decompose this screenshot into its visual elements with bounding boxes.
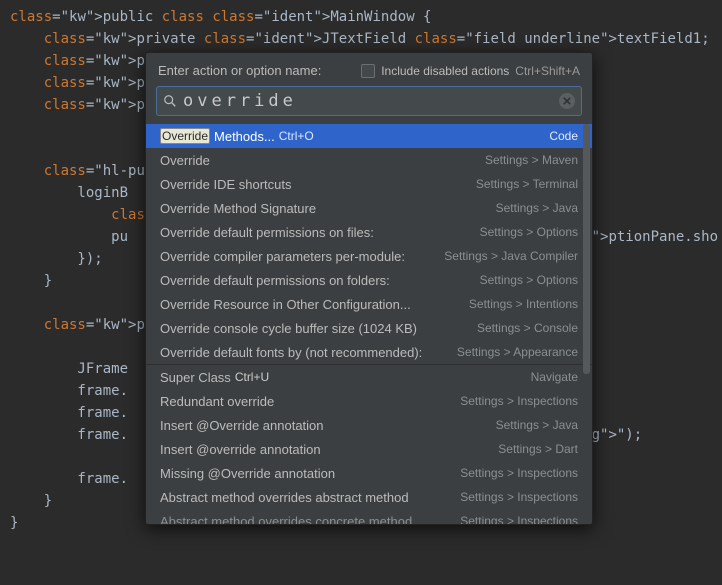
result-row[interactable]: Abstract method overrides abstract metho… — [146, 485, 592, 509]
result-context: Settings > Options — [480, 273, 578, 287]
result-row[interactable]: Override default permissions on folders:… — [146, 268, 592, 292]
result-row[interactable]: Override IDE shortcuts Settings > Termina… — [146, 172, 592, 196]
result-row[interactable]: Override default permissions on files: Se… — [146, 220, 592, 244]
result-context: Settings > Appearance — [457, 345, 578, 359]
result-context: Settings > Java — [496, 201, 578, 215]
popup-header: Enter action or option name: Include dis… — [146, 53, 592, 86]
include-disabled-checkbox[interactable]: Include disabled actions Ctrl+Shift+A — [361, 64, 580, 78]
scrollbar[interactable] — [583, 124, 590, 374]
result-label: Override Resource in Other Configuration… — [160, 297, 411, 312]
result-context: Settings > Inspections — [460, 466, 578, 480]
result-row[interactable]: Super Class Ctrl+U Navigate — [146, 365, 592, 389]
result-label: Super Class Ctrl+U — [160, 370, 269, 385]
result-row[interactable]: Override Methods... Ctrl+O Code — [146, 124, 592, 148]
result-context: Code — [549, 129, 578, 143]
result-context: Settings > Intentions — [469, 297, 578, 311]
result-context: Settings > Console — [477, 321, 578, 335]
result-row[interactable]: Override Method Signature Settings > Java — [146, 196, 592, 220]
result-context: Settings > Inspections — [460, 490, 578, 504]
result-row[interactable]: Abstract method overrides concrete metho… — [146, 509, 592, 524]
results-list: Override Methods... Ctrl+O Code Override Se… — [146, 124, 592, 524]
result-label: Override console cycle buffer size (1024… — [160, 321, 417, 336]
result-context: Settings > Inspections — [460, 514, 578, 524]
result-label: Override Methods... Ctrl+O — [160, 128, 314, 144]
clear-icon[interactable] — [559, 93, 575, 109]
result-row[interactable]: Missing @Override annotation Settings > I… — [146, 461, 592, 485]
result-context: Settings > Java — [496, 418, 578, 432]
include-disabled-shortcut: Ctrl+Shift+A — [515, 64, 580, 78]
result-row[interactable]: Override Resource in Other Configuration… — [146, 292, 592, 316]
result-label: Insert @override annotation — [160, 442, 321, 457]
search-input[interactable] — [183, 91, 553, 111]
search-field-container — [156, 86, 582, 116]
result-shortcut: Ctrl+O — [279, 129, 314, 143]
result-label: Abstract method overrides concrete metho… — [160, 514, 412, 525]
result-label: Missing @Override annotation — [160, 466, 335, 481]
result-context: Navigate — [531, 370, 578, 384]
popup-title: Enter action or option name: — [158, 63, 321, 78]
result-context: Settings > Options — [480, 225, 578, 239]
result-label: Override default permissions on files: — [160, 225, 374, 240]
result-label: Abstract method overrides abstract metho… — [160, 490, 409, 505]
result-row[interactable]: Redundant override Settings > Inspections — [146, 389, 592, 413]
result-row[interactable]: Override Settings > Maven — [146, 148, 592, 172]
find-action-popup: Enter action or option name: Include dis… — [145, 52, 593, 525]
result-row[interactable]: Override console cycle buffer size (1024… — [146, 316, 592, 340]
result-label: Override — [160, 153, 210, 168]
search-icon — [163, 94, 177, 108]
result-context: Settings > Inspections — [460, 394, 578, 408]
result-row[interactable]: Insert @Override annotation Settings > Ja… — [146, 413, 592, 437]
result-context: Settings > Java Compiler — [444, 249, 578, 263]
result-shortcut: Ctrl+U — [235, 370, 269, 384]
result-label: Override Method Signature — [160, 201, 316, 216]
result-label: Redundant override — [160, 394, 274, 409]
result-row[interactable]: Insert @override annotation Settings > Da… — [146, 437, 592, 461]
checkbox-icon — [361, 64, 375, 78]
result-context: Settings > Terminal — [476, 177, 578, 191]
result-row[interactable]: Override compiler parameters per-module:… — [146, 244, 592, 268]
result-label: Override default fonts by (not recommend… — [160, 345, 422, 360]
include-disabled-label: Include disabled actions — [381, 64, 509, 78]
result-context: Settings > Maven — [485, 153, 578, 167]
result-label: Override compiler parameters per-module: — [160, 249, 405, 264]
result-label: Override default permissions on folders: — [160, 273, 390, 288]
result-row[interactable]: Override default fonts by (not recommend… — [146, 340, 592, 364]
result-label: Override IDE shortcuts — [160, 177, 292, 192]
result-context: Settings > Dart — [498, 442, 578, 456]
result-label: Insert @Override annotation — [160, 418, 324, 433]
